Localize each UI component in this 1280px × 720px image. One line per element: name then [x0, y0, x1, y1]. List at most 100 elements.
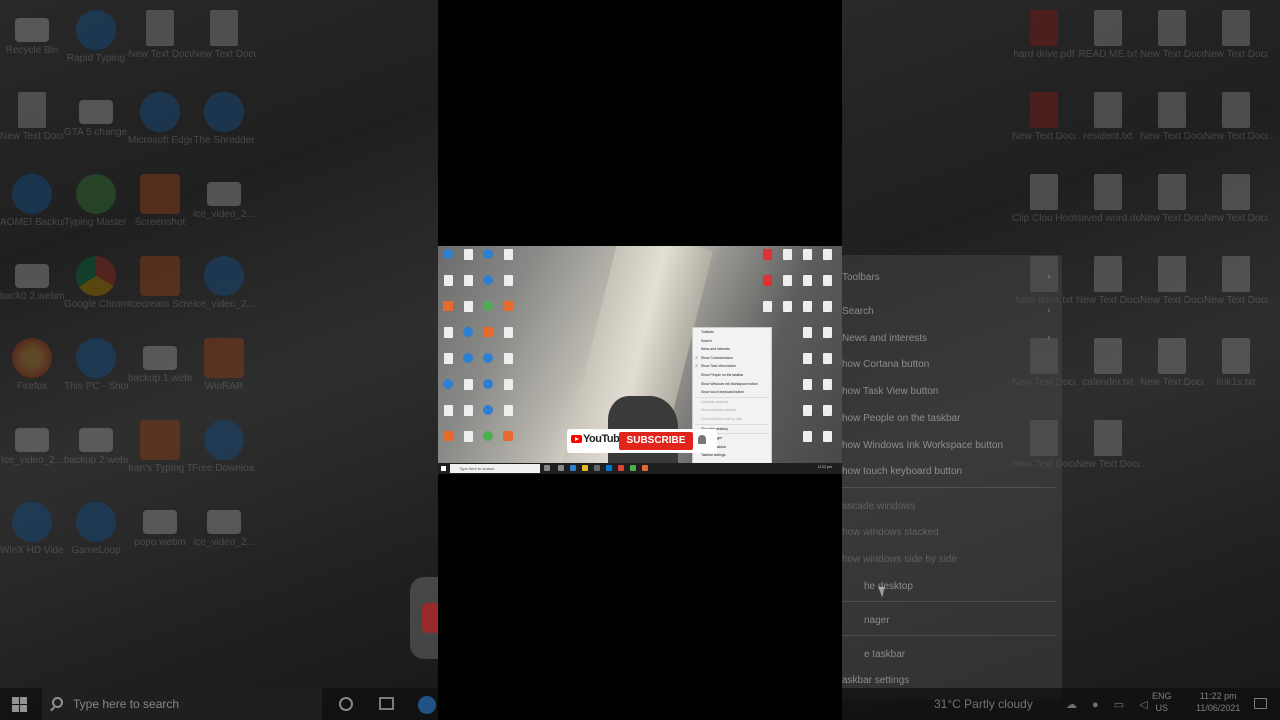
- mini-desktop-icon[interactable]: [481, 405, 495, 415]
- mini-desktop-icon[interactable]: [800, 353, 814, 364]
- mini-menu-item[interactable]: Show Cortana button: [693, 354, 771, 363]
- file-explorer-icon[interactable]: [582, 465, 588, 471]
- windows-start-icon[interactable]: [12, 697, 27, 712]
- mini-desktop-icon[interactable]: [481, 353, 495, 363]
- mini-desktop-icon[interactable]: [800, 379, 814, 390]
- taskview-icon[interactable]: [558, 465, 564, 471]
- mini-menu-item[interactable]: News and interests: [693, 345, 771, 354]
- mini-desktop-icon[interactable]: [501, 249, 515, 260]
- mini-desktop-icon[interactable]: [461, 379, 475, 390]
- mini-menu-item[interactable]: Show touch keyboard button: [693, 388, 771, 397]
- mini-desktop-icon[interactable]: [800, 249, 814, 260]
- youtube-subscribe-banner[interactable]: YouTube SUBSCRIBE: [567, 429, 717, 453]
- mini-desktop-icon[interactable]: [800, 301, 814, 312]
- cortana-icon[interactable]: [339, 697, 353, 711]
- mini-desktop-icon[interactable]: [501, 405, 515, 416]
- mini-desktop-icon[interactable]: [481, 249, 495, 259]
- clock[interactable]: 11:22 pm 11/06/2021: [1196, 690, 1240, 714]
- mini-desktop-icon[interactable]: [820, 301, 834, 312]
- mini-desktop-icon[interactable]: [461, 327, 475, 337]
- mini-desktop-icon[interactable]: [481, 327, 495, 337]
- mini-desktop-icon[interactable]: [760, 275, 774, 286]
- mini-desktop-icon[interactable]: [481, 301, 495, 311]
- mini-desktop-icon[interactable]: [501, 275, 515, 286]
- mini-menu-item[interactable]: Show People on the taskbar: [693, 371, 771, 380]
- mini-desktop-icon[interactable]: [501, 431, 515, 441]
- store-icon[interactable]: [594, 465, 600, 471]
- ctx-lock-taskbar[interactable]: e taskbar: [864, 649, 905, 660]
- ctx-keyboard[interactable]: how touch keyboard button: [842, 466, 962, 477]
- mini-desktop-icon[interactable]: [461, 275, 475, 286]
- mini-desktop-icon[interactable]: [461, 249, 475, 260]
- file-icon: [463, 301, 473, 312]
- mini-desktop-icon[interactable]: [481, 431, 495, 441]
- mini-desktop-icon[interactable]: [820, 249, 834, 260]
- mini-desktop-icon[interactable]: [461, 353, 475, 363]
- ctx-search[interactable]: Search: [842, 306, 874, 317]
- ctx-news[interactable]: News and interests: [842, 333, 927, 344]
- ctx-people[interactable]: how People on the taskbar: [842, 413, 960, 424]
- edge-icon[interactable]: [570, 465, 576, 471]
- mini-desktop-icon[interactable]: [820, 431, 834, 442]
- windows-start-icon[interactable]: [441, 466, 446, 471]
- mini-desktop-icon[interactable]: [760, 301, 774, 312]
- chrome-icon[interactable]: [618, 465, 624, 471]
- mini-desktop-icon[interactable]: [481, 275, 495, 285]
- mini-desktop-icon[interactable]: [441, 275, 455, 286]
- mini-desktop-icon[interactable]: [501, 379, 515, 390]
- mini-desktop-icon[interactable]: [441, 353, 455, 364]
- ctx-ink[interactable]: how Windows Ink Workspace button: [842, 440, 1003, 451]
- mini-desktop-icon[interactable]: [501, 327, 515, 338]
- mini-desktop-icon[interactable]: [820, 275, 834, 286]
- mini-desktop-icon[interactable]: [820, 379, 834, 390]
- mail-icon[interactable]: [606, 465, 612, 471]
- notification-icon[interactable]: [1254, 698, 1267, 709]
- app-icon[interactable]: [642, 465, 648, 471]
- bell-icon[interactable]: [698, 435, 706, 444]
- mini-desktop-icon[interactable]: [441, 249, 455, 259]
- ctx-task-manager[interactable]: nager: [864, 615, 890, 626]
- mini-desktop-icon[interactable]: [780, 301, 794, 312]
- mini-desktop-icon[interactable]: [461, 405, 475, 416]
- mini-search-box[interactable]: Type here to search: [450, 464, 540, 473]
- mini-desktop-icon[interactable]: [780, 275, 794, 286]
- ctx-taskbar-settings[interactable]: askbar settings: [842, 675, 909, 686]
- mini-desktop-icon[interactable]: [481, 379, 495, 389]
- task-view-icon[interactable]: [379, 697, 394, 710]
- mini-desktop-icon[interactable]: [820, 327, 834, 338]
- ctx-cortana[interactable]: how Cortana button: [842, 359, 929, 370]
- mini-desktop-icon[interactable]: [780, 249, 794, 260]
- mini-menu-item[interactable]: Search: [693, 337, 771, 346]
- mini-desktop-icon[interactable]: [800, 327, 814, 338]
- mini-menu-item[interactable]: Show Task View button: [693, 362, 771, 371]
- mini-desktop-icon[interactable]: [820, 353, 834, 364]
- search-placeholder: Type here to search: [73, 697, 180, 711]
- system-tray-icons[interactable]: ☁ ● ▭ ◁: [1066, 698, 1154, 711]
- mini-desktop-icon[interactable]: [501, 353, 515, 364]
- ctx-taskview[interactable]: how Task View button: [842, 386, 938, 397]
- mini-desktop-icon[interactable]: [441, 405, 455, 416]
- subscribe-button[interactable]: SUBSCRIBE: [619, 432, 693, 450]
- mini-desktop-icon[interactable]: [800, 405, 814, 416]
- ctx-show-desktop[interactable]: he desktop: [864, 581, 913, 592]
- mini-menu-item[interactable]: Toolbars: [693, 328, 771, 337]
- mini-desktop-icon[interactable]: [441, 301, 455, 311]
- edge-icon[interactable]: [418, 696, 436, 714]
- mini-desktop-icon[interactable]: [501, 301, 515, 311]
- weather-widget[interactable]: 31°C Partly cloudy: [934, 697, 1033, 711]
- mini-desktop-icon[interactable]: [461, 431, 475, 442]
- mini-desktop-icon[interactable]: [820, 405, 834, 416]
- mini-desktop-icon[interactable]: [441, 431, 455, 441]
- mini-desktop-icon[interactable]: [800, 431, 814, 442]
- mini-desktop-icon[interactable]: [760, 249, 774, 260]
- mini-menu-item[interactable]: Show Windows Ink Workspace button: [693, 380, 771, 389]
- mini-desktop-icon[interactable]: [800, 275, 814, 286]
- ctx-toolbars[interactable]: Toolbars: [842, 272, 880, 283]
- mini-desktop-icon[interactable]: [461, 301, 475, 312]
- app-icon[interactable]: [630, 465, 636, 471]
- cortana-icon[interactable]: [544, 465, 550, 471]
- language-indicator[interactable]: ENG US: [1152, 690, 1172, 714]
- taskbar-search-box[interactable]: Type here to search: [42, 688, 322, 720]
- mini-desktop-icon[interactable]: [441, 379, 455, 389]
- mini-desktop-icon[interactable]: [441, 327, 455, 338]
